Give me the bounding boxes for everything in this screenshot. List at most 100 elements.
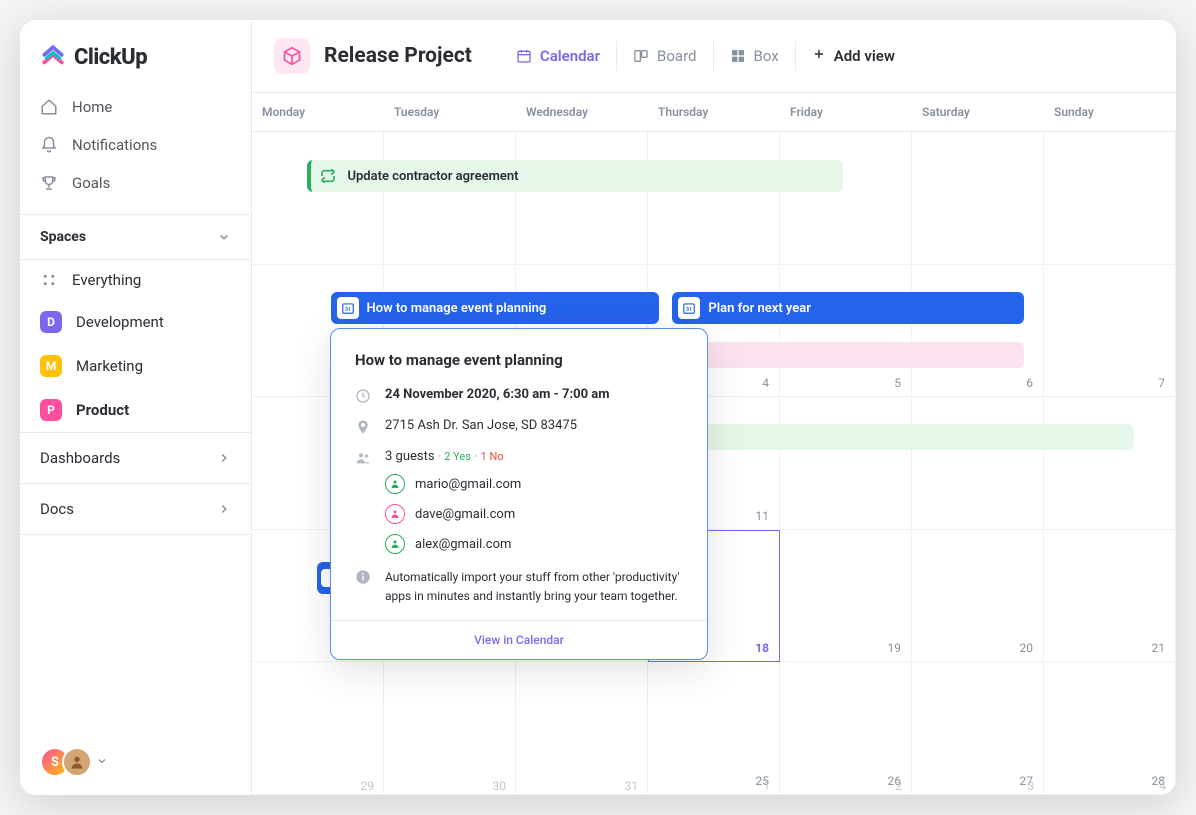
calendar-cell[interactable] [252, 662, 384, 795]
guests-yes: 2 Yes [444, 450, 471, 463]
popover-guests-row: 3 guests • 2 Yes • 1 No mario@gmail.com [355, 449, 683, 554]
calendar-cell[interactable]: 27 [912, 662, 1044, 795]
guest-list: mario@gmail.com dave@gmail.com alex@gmai… [385, 474, 683, 554]
section-dashboards[interactable]: Dashboards [20, 432, 251, 483]
popover-note: Automatically import your stuff from oth… [385, 568, 683, 606]
popover-datetime-row: 24 November 2020, 6:30 am - 7:00 am [355, 387, 683, 404]
calendar-cell[interactable]: 25 [648, 662, 780, 795]
spaces-header-label: Spaces [40, 229, 86, 245]
space-badge: M [40, 355, 62, 377]
calendar-cell[interactable] [912, 397, 1044, 530]
space-badge: P [40, 399, 62, 421]
calendar-cell[interactable]: 20 [912, 530, 1044, 663]
bell-icon [40, 136, 58, 154]
cell-date: 20 [1020, 641, 1034, 655]
event-title: Update contractor agreement [347, 169, 518, 184]
calendar-cell[interactable]: 7 [1044, 265, 1176, 398]
calendar-cell[interactable] [648, 132, 780, 265]
event-plan-next-year[interactable]: 31 Plan for next year [672, 292, 1023, 324]
calendar-cell[interactable]: 5 [780, 265, 912, 398]
people-icon [355, 450, 371, 466]
section-label: Docs [40, 500, 74, 518]
popover-datetime: 24 November 2020, 6:30 am - 7:00 am [385, 387, 683, 402]
chevron-right-icon [217, 502, 231, 516]
cell-date: 7 [1158, 376, 1165, 390]
calendar-cell[interactable] [252, 132, 384, 265]
space-development[interactable]: D Development [20, 300, 251, 344]
calendar-day-icon: 31 [337, 297, 359, 319]
space-label: Development [76, 313, 164, 331]
info-icon [355, 569, 371, 585]
space-everything[interactable]: Everything [20, 260, 251, 300]
calendar-cell[interactable] [780, 132, 912, 265]
view-in-calendar-link[interactable]: View in Calendar [331, 620, 707, 659]
calendar-cell[interactable]: 6 [912, 265, 1044, 398]
event-manage-planning[interactable]: 31 How to manage event planning [331, 292, 659, 324]
home-icon [40, 98, 58, 116]
project-title: Release Project [324, 44, 472, 68]
person-icon [385, 474, 405, 494]
plus-icon [812, 47, 826, 65]
spaces-header[interactable]: Spaces [20, 214, 251, 260]
repeat-icon [317, 165, 339, 187]
calendar-cell[interactable] [780, 397, 912, 530]
event-popover: How to manage event planning 24 November… [330, 328, 708, 660]
chevron-right-icon [217, 451, 231, 465]
calendar-cell[interactable] [1044, 132, 1176, 265]
space-marketing[interactable]: M Marketing [20, 344, 251, 388]
guest-item: alex@gmail.com [385, 534, 683, 554]
calendar-cell[interactable]: 19 [780, 530, 912, 663]
space-label: Product [76, 401, 129, 419]
guest-item: dave@gmail.com [385, 504, 683, 524]
calendar-cell[interactable]: 21 [1044, 530, 1176, 663]
calendar-cell[interactable] [912, 132, 1044, 265]
add-view-label: Add view [834, 47, 895, 65]
event-lightgreen[interactable] [672, 424, 1134, 450]
tab-board[interactable]: Board [616, 41, 712, 71]
cell-date: 29 [252, 779, 384, 795]
event-update-contractor[interactable]: Update contractor agreement [307, 160, 843, 192]
main-content: Release Project Calendar Board Box Add v… [252, 20, 1176, 795]
project-icon [274, 38, 310, 74]
grid-dots-icon [40, 271, 58, 289]
calendar-icon [516, 48, 532, 64]
calendar-header-row: Monday Tuesday Wednesday Thursday Friday… [252, 93, 1176, 132]
event-pink[interactable] [672, 342, 1023, 368]
nav-notifications[interactable]: Notifications [20, 126, 251, 164]
calendar-cell[interactable] [1044, 397, 1176, 530]
calendar-body: 1 2 3 4 5 6 7 11 18 19 [252, 132, 1176, 795]
nav-goals[interactable]: Goals [20, 164, 251, 202]
tab-calendar[interactable]: Calendar [500, 41, 616, 71]
guest-item: mario@gmail.com [385, 474, 683, 494]
space-badge: D [40, 311, 62, 333]
svg-text:31: 31 [686, 307, 692, 313]
user-switcher[interactable]: S [20, 729, 251, 795]
day-header: Wednesday [516, 93, 648, 131]
guests-no: 1 No [481, 450, 504, 463]
add-view-button[interactable]: Add view [795, 41, 911, 71]
day-header: Sunday [1044, 93, 1176, 131]
nav-label: Notifications [72, 136, 157, 154]
nav-label: Goals [72, 174, 110, 192]
calendar-cell[interactable] [516, 132, 648, 265]
guest-email: mario@gmail.com [415, 477, 521, 492]
nav-label: Home [72, 98, 112, 116]
logo[interactable]: ClickUp [20, 20, 251, 88]
calendar-cell[interactable]: 26 [780, 662, 912, 795]
section-label: Dashboards [40, 449, 120, 467]
calendar-cell[interactable] [384, 132, 516, 265]
calendar-cell[interactable] [516, 662, 648, 795]
calendar-cell[interactable] [384, 662, 516, 795]
cell-date: 4 [762, 376, 769, 390]
tab-box[interactable]: Box [713, 41, 795, 71]
space-product[interactable]: P Product [20, 388, 251, 432]
cell-date: 1 [648, 779, 780, 795]
nav-home[interactable]: Home [20, 88, 251, 126]
cell-date: 19 [888, 641, 902, 655]
person-icon [385, 534, 405, 554]
location-icon [355, 419, 371, 435]
section-docs[interactable]: Docs [20, 483, 251, 535]
calendar-cell[interactable]: 28 [1044, 662, 1176, 795]
svg-text:31: 31 [345, 307, 351, 313]
tab-label: Box [754, 47, 779, 65]
